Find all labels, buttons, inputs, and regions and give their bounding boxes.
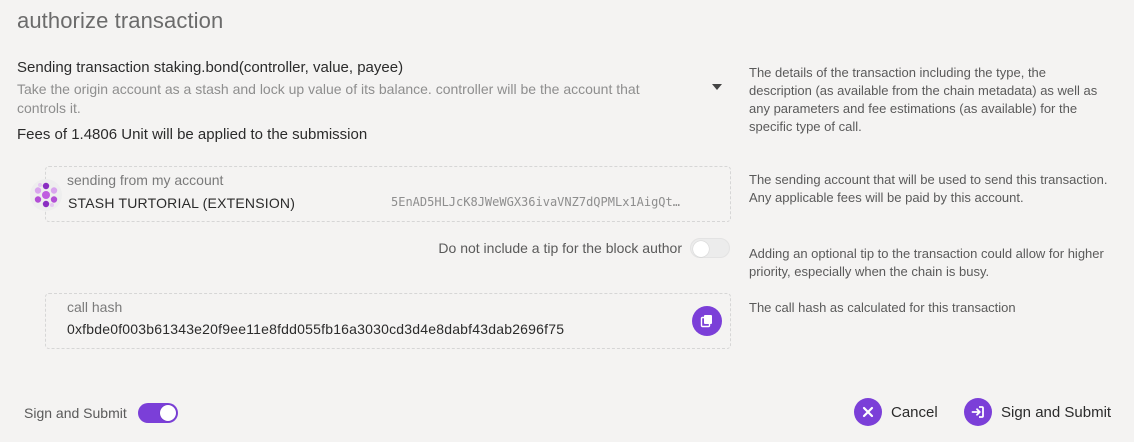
close-icon (862, 406, 874, 418)
account-help: The sending account that will be used to… (749, 172, 1108, 205)
cancel-icon-circle (854, 398, 882, 426)
tip-toggle[interactable] (690, 238, 730, 258)
account-address: 5EnAD5HLJcK8JWeWGX36ivaVNZ7dQPMLx1AigQt… (391, 195, 680, 209)
tip-help: Adding an optional tip to the transactio… (749, 246, 1104, 279)
account-name: STASH TURTORIAL (EXTENSION) (68, 195, 296, 211)
transaction-title: Sending transaction staking.bond(control… (17, 59, 404, 76)
call-hash-label: call hash (67, 299, 123, 315)
tip-label: Do not include a tip for the block autho… (438, 240, 682, 256)
avatar (30, 179, 62, 211)
call-hash-value[interactable]: 0xfbde0f003b61343e20f9ee11e8fdd055fb16a3… (67, 321, 564, 337)
copy-call-hash-button[interactable] (692, 306, 722, 336)
page-title: authorize transaction (17, 8, 224, 33)
cancel-button[interactable]: Cancel (854, 398, 938, 426)
account-label: sending from my account (67, 172, 224, 188)
transaction-fees: Fees of 1.4806 Unit will be applied to t… (17, 126, 368, 143)
copy-icon (700, 315, 712, 328)
expand-details-button[interactable] (712, 84, 722, 90)
transaction-help: The details of the transaction including… (749, 65, 1098, 134)
transaction-description: Take the origin account as a stash and l… (17, 81, 640, 116)
sign-and-submit-label: Sign and Submit (1001, 403, 1112, 421)
submit-icon-circle (964, 398, 992, 426)
call-hash-help: The call hash as calculated for this tra… (749, 300, 1016, 315)
sign-toggle-knob (160, 405, 176, 421)
cancel-label: Cancel (891, 403, 938, 421)
tip-toggle-knob (693, 241, 709, 257)
sign-toggle-label: Sign and Submit (24, 405, 127, 421)
sign-and-submit-toggle[interactable] (138, 403, 178, 423)
sign-and-submit-button[interactable]: Sign and Submit (964, 398, 1111, 426)
sign-in-icon (971, 406, 984, 418)
